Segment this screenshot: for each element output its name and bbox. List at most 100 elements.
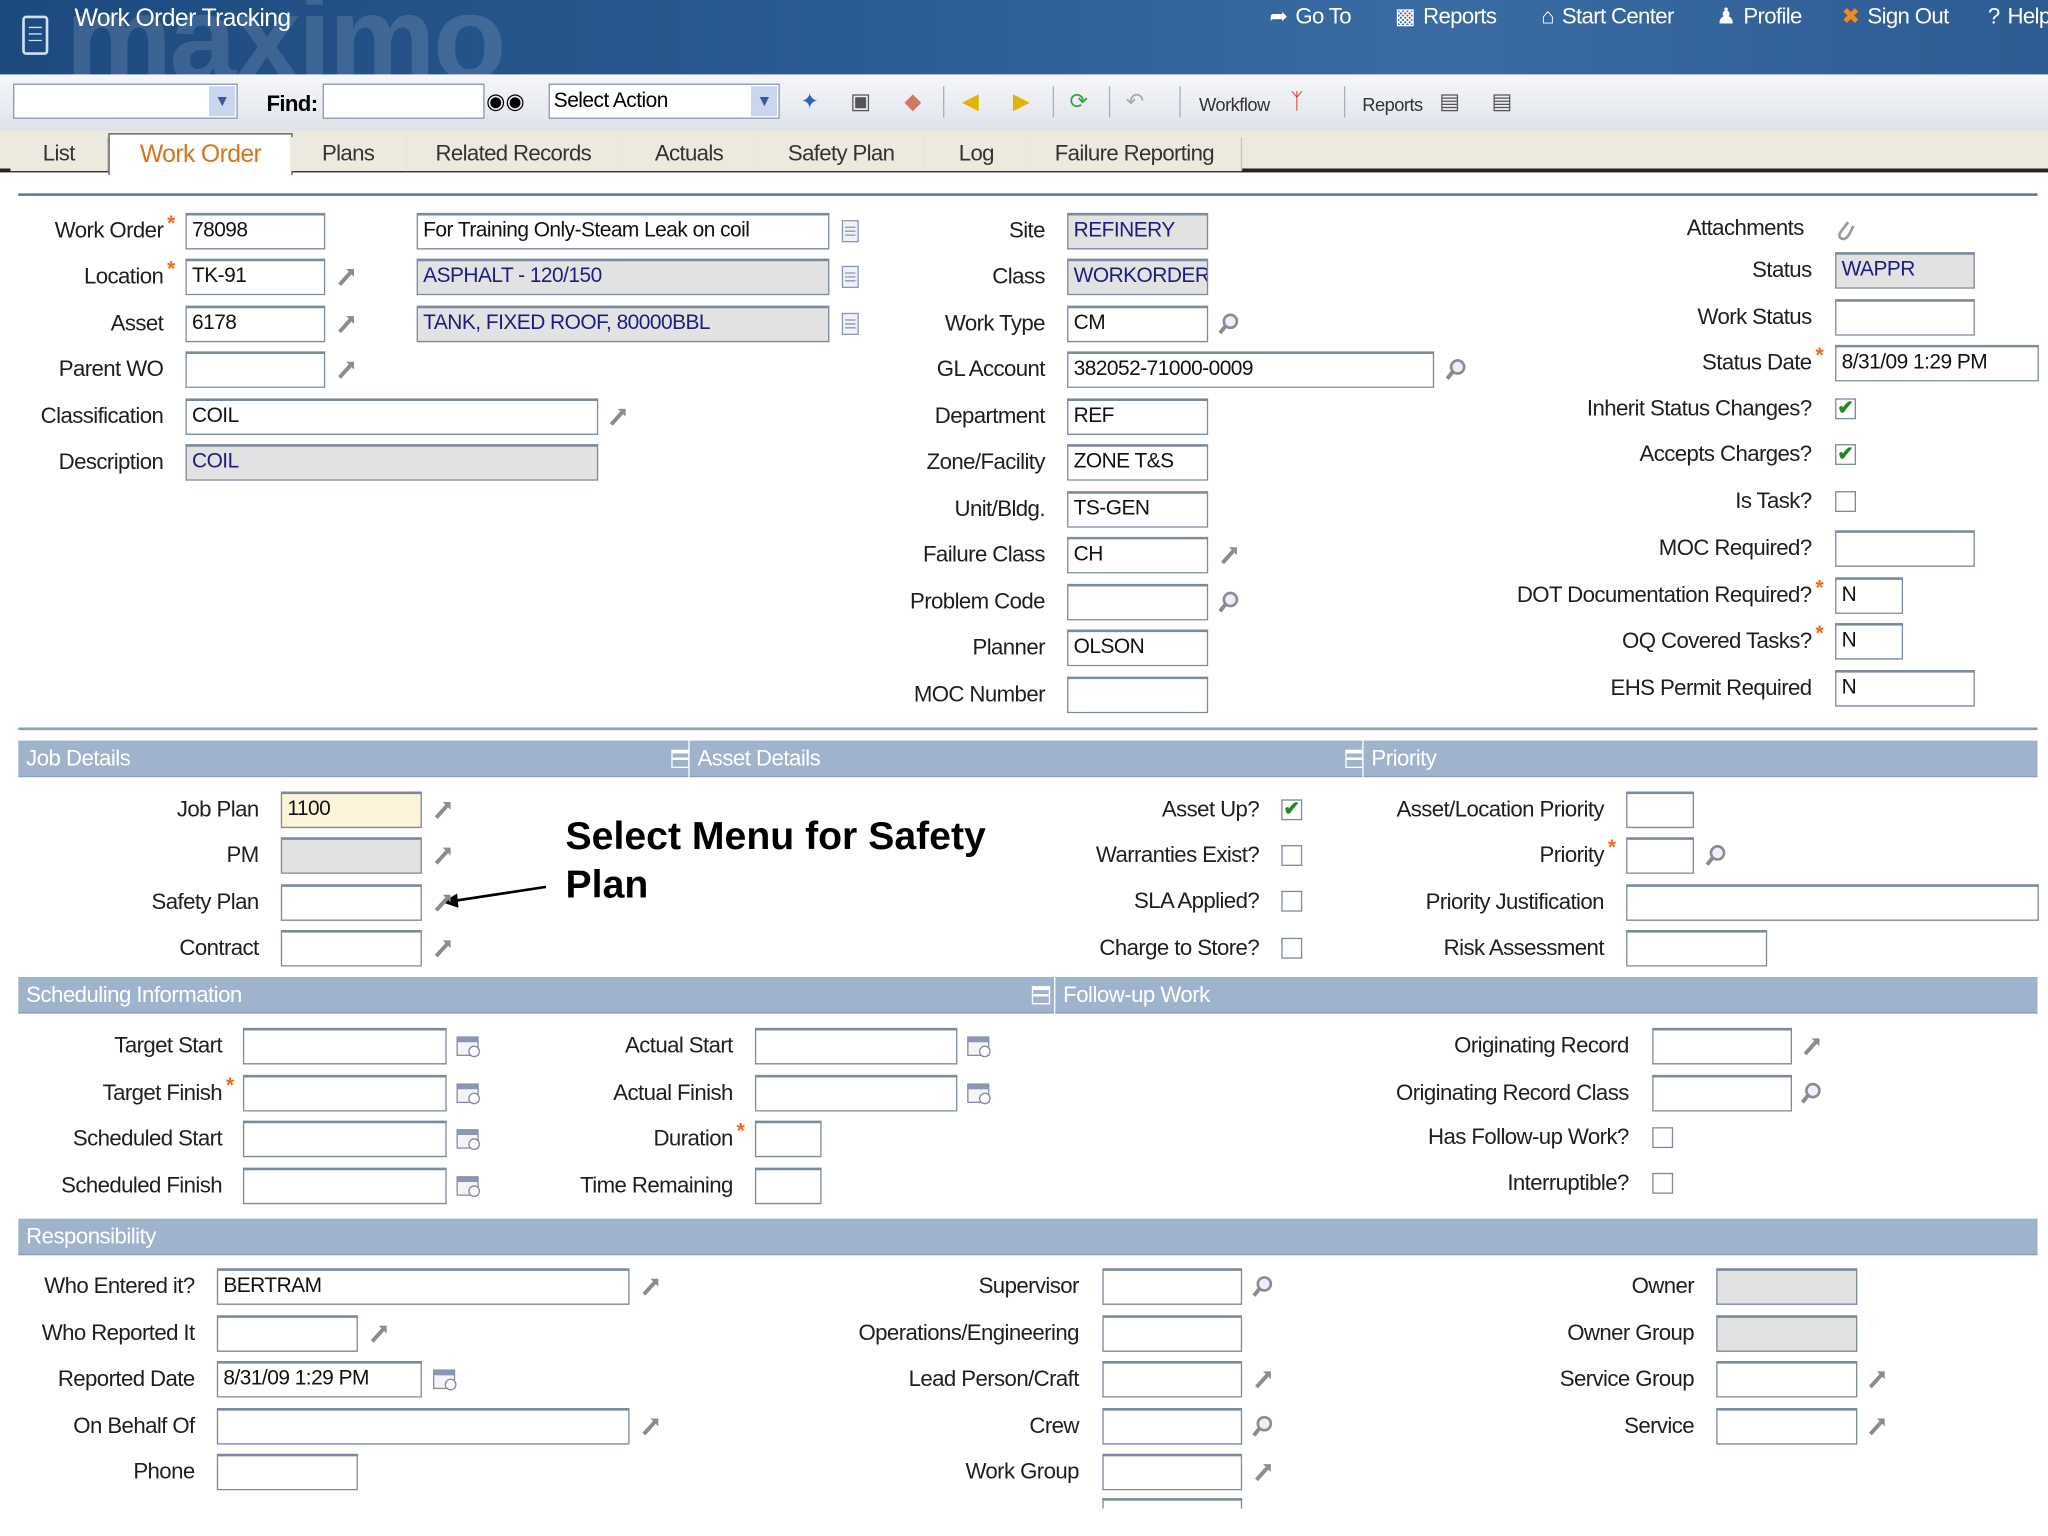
tab-related-records[interactable]: Related Records (406, 137, 622, 172)
header-link-sign-out[interactable]: ✖ Sign Out (1842, 4, 1950, 30)
scheduled-start-input[interactable] (242, 1120, 447, 1158)
detail-menu-icon[interactable] (639, 1275, 663, 1299)
orig-record-input[interactable] (1652, 1027, 1792, 1065)
unit-bldg-input[interactable]: TS-GEN (1067, 491, 1209, 528)
who-reported-input[interactable] (216, 1315, 358, 1352)
oq-tasks-input[interactable]: N (1835, 623, 1904, 660)
status-date-input[interactable]: 8/31/09 1:29 PM (1835, 344, 2039, 382)
ehs-permit-input[interactable]: N (1835, 670, 1975, 707)
detail-menu-icon[interactable] (606, 405, 630, 429)
tab-plans[interactable]: Plans (289, 137, 408, 172)
section-menu-icon[interactable] (1031, 986, 1051, 1005)
moc-number-input[interactable] (1067, 676, 1209, 714)
interruptible-checkbox[interactable] (1652, 1172, 1674, 1194)
previous-record-icon[interactable]: ◀ (956, 86, 985, 117)
location-input[interactable]: TK-91 (185, 258, 326, 296)
long-description-icon[interactable] (841, 219, 865, 243)
detail-menu-icon[interactable] (334, 358, 358, 382)
charge-store-checkbox[interactable] (1281, 937, 1303, 959)
query-select[interactable]: ▼ (13, 83, 238, 119)
risk-input[interactable] (1626, 929, 1768, 967)
sla-checkbox[interactable] (1281, 890, 1303, 912)
accepts-charges-checkbox[interactable]: ✔ (1835, 444, 1856, 465)
target-start-input[interactable] (242, 1027, 447, 1065)
lookup-icon[interactable] (1217, 590, 1241, 614)
detail-menu-icon[interactable] (639, 1415, 663, 1439)
priority-input[interactable] (1626, 837, 1695, 874)
calendar-icon[interactable] (967, 1081, 991, 1105)
gl-account-input[interactable]: 382052-71000-0009 (1067, 351, 1435, 388)
contract-input[interactable] (280, 929, 422, 967)
binoculars-icon[interactable]: ◉◉ (486, 86, 525, 117)
service-input[interactable] (1716, 1407, 1858, 1445)
tab-safety-plan[interactable]: Safety Plan (757, 137, 927, 172)
zone-facility-input[interactable]: ZONE T&S (1067, 444, 1209, 481)
header-link-profile[interactable]: ♟ Profile (1716, 4, 1802, 30)
select-action-dropdown[interactable]: Select Action ▼ (548, 83, 780, 119)
detail-menu-icon[interactable] (367, 1322, 391, 1346)
time-remaining-input[interactable] (754, 1167, 822, 1205)
dot-doc-input[interactable]: N (1835, 577, 1904, 614)
detail-menu-icon[interactable] (431, 844, 455, 868)
calendar-icon[interactable] (456, 1081, 480, 1105)
lookup-icon[interactable] (1704, 844, 1728, 868)
target-finish-input[interactable] (242, 1074, 447, 1112)
detail-menu-icon[interactable] (431, 891, 455, 915)
asset-up-checkbox[interactable]: ✔ (1281, 799, 1303, 821)
detail-menu-icon[interactable] (1217, 543, 1241, 567)
job-plan-input[interactable]: 1100 (280, 791, 422, 829)
ops-eng-input[interactable] (1102, 1315, 1243, 1352)
work-status-input[interactable] (1835, 299, 1975, 336)
lookup-icon[interactable] (1251, 1275, 1275, 1299)
clear-icon[interactable]: ◆ (899, 86, 928, 117)
calendar-icon[interactable] (967, 1034, 991, 1058)
calendar-icon[interactable] (456, 1174, 480, 1198)
justification-input[interactable] (1626, 884, 2039, 921)
parent-wo-input[interactable] (185, 351, 326, 388)
header-link-reports[interactable]: ▩ Reports (1395, 4, 1497, 30)
report-icon[interactable]: ▤ (1435, 86, 1464, 117)
tab-work-order[interactable]: Work Order (108, 133, 293, 176)
tab-failure-reporting[interactable]: Failure Reporting (1027, 137, 1243, 172)
detail-menu-icon[interactable] (431, 936, 455, 960)
lookup-icon[interactable] (1800, 1081, 1824, 1105)
detail-menu-icon[interactable] (431, 798, 455, 822)
change-status-icon[interactable]: ⟳ (1064, 86, 1093, 117)
moc-required-input[interactable] (1835, 530, 1975, 567)
undo-icon[interactable]: ↶ (1121, 86, 1150, 117)
tab-log[interactable]: Log (924, 137, 1030, 172)
asset-input[interactable]: 6178 (185, 305, 326, 343)
save-icon[interactable]: ▣ (846, 86, 875, 117)
problem-code-input[interactable] (1067, 583, 1209, 621)
crew-input[interactable] (1102, 1407, 1243, 1445)
detail-menu-icon[interactable] (334, 312, 358, 336)
workflow-route-icon[interactable]: ᛉ (1283, 86, 1312, 117)
header-link-go-to[interactable]: ➦ Go To (1270, 4, 1352, 30)
detail-menu-icon[interactable] (1800, 1034, 1824, 1058)
on-behalf-of-input[interactable] (216, 1407, 630, 1445)
service-group-input[interactable] (1716, 1360, 1858, 1398)
lookup-icon[interactable] (1217, 312, 1241, 336)
calendar-icon[interactable] (456, 1034, 480, 1058)
has-follow-up-checkbox[interactable] (1652, 1127, 1674, 1149)
report-list-icon[interactable]: ▤ (1488, 86, 1517, 117)
work-order-input[interactable]: 78098 (185, 212, 326, 250)
who-entered-input[interactable]: BERTRAM (216, 1268, 630, 1305)
section-menu-icon[interactable] (1345, 749, 1364, 768)
warranties-checkbox[interactable] (1281, 845, 1303, 866)
duration-input[interactable] (754, 1120, 822, 1158)
planner-input[interactable]: OLSON (1067, 629, 1209, 667)
work-type-input[interactable]: CM (1067, 305, 1209, 343)
lead-input[interactable] (1102, 1360, 1243, 1398)
actual-start-input[interactable] (754, 1027, 958, 1065)
long-description-icon[interactable] (841, 312, 865, 336)
lookup-icon[interactable] (1445, 358, 1469, 382)
wo-description-input[interactable]: For Training Only-Steam Leak on coil (416, 212, 830, 250)
header-link-start-center[interactable]: ⌂ Start Center (1541, 4, 1674, 30)
orig-record-class-input[interactable] (1652, 1074, 1792, 1112)
detail-menu-icon[interactable] (1865, 1415, 1889, 1439)
supervisor-input[interactable] (1102, 1268, 1243, 1305)
tab-list[interactable]: List (10, 137, 109, 172)
tab-actuals[interactable]: Actuals (620, 137, 759, 172)
detail-menu-icon[interactable] (1251, 1460, 1275, 1484)
